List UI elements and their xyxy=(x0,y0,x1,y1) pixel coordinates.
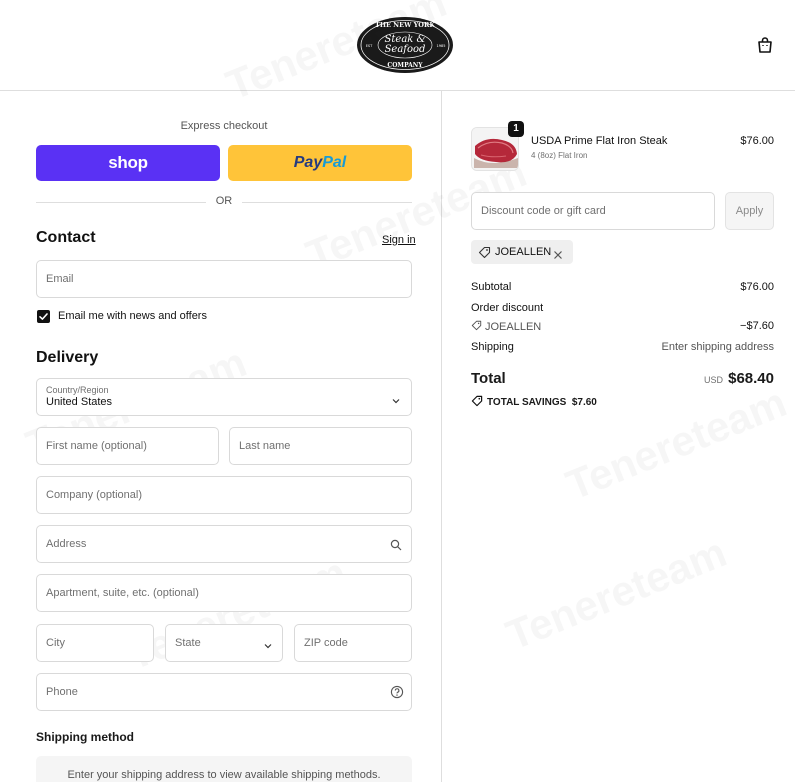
apply-label: Apply xyxy=(735,205,764,217)
state-select[interactable]: State xyxy=(165,624,283,662)
address-placeholder: Address xyxy=(46,538,87,550)
savings-value: $7.60 xyxy=(571,397,597,408)
country-label: Country/Region xyxy=(46,385,109,395)
paypal-button[interactable]: Pay Pal xyxy=(228,145,412,181)
company-placeholder: Company (optional) xyxy=(46,489,142,501)
tag-icon xyxy=(478,246,491,259)
logo-graphic: THE NEW YORK Steak & Seafood COMPANY EST… xyxy=(357,17,453,73)
sign-in-link[interactable]: Sign in xyxy=(382,234,416,246)
close-icon[interactable] xyxy=(553,247,563,259)
address-field[interactable]: Address xyxy=(36,525,412,563)
chevron-down-icon xyxy=(263,638,273,656)
logo-line4: COMPANY xyxy=(387,62,423,69)
email-field[interactable]: Email xyxy=(36,260,412,298)
checkmark-icon xyxy=(39,313,48,320)
shopping-bag-icon[interactable] xyxy=(756,36,774,54)
product-name: USDA Prime Flat Iron Steak xyxy=(531,135,668,147)
logo-right-mark: 1985 xyxy=(437,44,446,48)
company-field[interactable]: Company (optional) xyxy=(36,476,412,514)
shop-pay-label: shop xyxy=(108,153,148,172)
column-divider xyxy=(441,91,442,782)
shipping-value: Enter shipping address xyxy=(661,341,774,353)
product-price: $76.00 xyxy=(740,135,774,147)
city-placeholder: City xyxy=(46,637,65,649)
last-name-field[interactable]: Last name xyxy=(229,427,412,465)
tag-icon xyxy=(471,395,483,407)
apply-discount-button[interactable]: Apply xyxy=(725,192,774,230)
express-checkout-label: Express checkout xyxy=(180,120,268,132)
zip-placeholder: ZIP code xyxy=(304,637,348,649)
applied-code-text: JOEALLEN xyxy=(495,246,552,258)
country-value: United States xyxy=(46,396,113,408)
phone-placeholder: Phone xyxy=(46,686,78,698)
newsletter-checkbox[interactable] xyxy=(37,310,50,323)
apartment-placeholder: Apartment, suite, etc. (optional) xyxy=(46,587,199,599)
separator-line xyxy=(242,202,412,203)
first-name-field[interactable]: First name (optional) xyxy=(36,427,219,465)
last-name-placeholder: Last name xyxy=(239,440,291,452)
delivery-title: Delivery xyxy=(36,349,99,366)
contact-title: Contact xyxy=(36,229,96,246)
city-field[interactable]: City xyxy=(36,624,154,662)
order-discount-label: Order discount xyxy=(471,302,544,314)
shipping-label: Shipping xyxy=(471,341,514,353)
discount-code-row: JOEALLEN xyxy=(471,320,541,333)
or-label: OR xyxy=(215,195,233,207)
country-select[interactable]: Country/Region United States xyxy=(36,378,412,416)
search-icon xyxy=(390,538,402,556)
paypal-label-pal: Pal xyxy=(322,154,347,171)
brand-logo[interactable]: THE NEW YORK Steak & Seafood COMPANY EST… xyxy=(355,15,455,75)
discount-placeholder: Discount code or gift card xyxy=(481,205,606,217)
discount-value: −$7.60 xyxy=(740,320,774,332)
zip-field[interactable]: ZIP code xyxy=(294,624,412,662)
first-name-placeholder: First name (optional) xyxy=(46,440,147,452)
subtotal-value: $76.00 xyxy=(740,281,774,293)
or-separator: OR xyxy=(36,195,412,209)
discount-code-field[interactable]: Discount code or gift card xyxy=(471,192,715,230)
logo-left-mark: EST xyxy=(366,44,373,48)
chevron-down-icon xyxy=(391,393,401,411)
checkout-page: THE NEW YORK Steak & Seafood COMPANY EST… xyxy=(0,0,795,782)
discount-code-text: JOEALLEN xyxy=(485,321,542,333)
state-placeholder: State xyxy=(175,637,201,649)
total-label: Total xyxy=(471,370,506,387)
tag-icon xyxy=(471,320,482,331)
subtotal-label: Subtotal xyxy=(471,281,512,293)
total-value: $68.40 xyxy=(728,370,774,387)
quantity-badge: 1 xyxy=(508,121,524,137)
header: THE NEW YORK Steak & Seafood COMPANY EST… xyxy=(0,0,795,91)
apartment-field[interactable]: Apartment, suite, etc. (optional) xyxy=(36,574,412,612)
savings-label: TOTAL SAVINGS xyxy=(487,397,567,408)
shipping-method-notice: Enter your shipping address to view avai… xyxy=(36,756,412,782)
applied-discount-tag: JOEALLEN xyxy=(471,240,573,264)
newsletter-label: Email me with news and offers xyxy=(58,310,207,322)
logo-line3: Seafood xyxy=(385,44,426,55)
help-circle-icon[interactable] xyxy=(390,685,404,704)
shipping-method-title: Shipping method xyxy=(36,730,134,744)
phone-field[interactable]: Phone xyxy=(36,673,412,711)
paypal-label-pay: Pay xyxy=(293,154,323,171)
total-savings: TOTAL SAVINGS $7.60 xyxy=(471,395,597,408)
shipping-notice-text: Enter your shipping address to view avai… xyxy=(67,769,381,781)
email-placeholder: Email xyxy=(46,273,74,285)
total-currency: USD xyxy=(703,375,723,385)
shop-pay-button[interactable]: shop xyxy=(36,145,220,181)
logo-line1: THE NEW YORK xyxy=(375,21,435,29)
product-variant: 4 (8oz) Flat Iron xyxy=(531,151,588,160)
